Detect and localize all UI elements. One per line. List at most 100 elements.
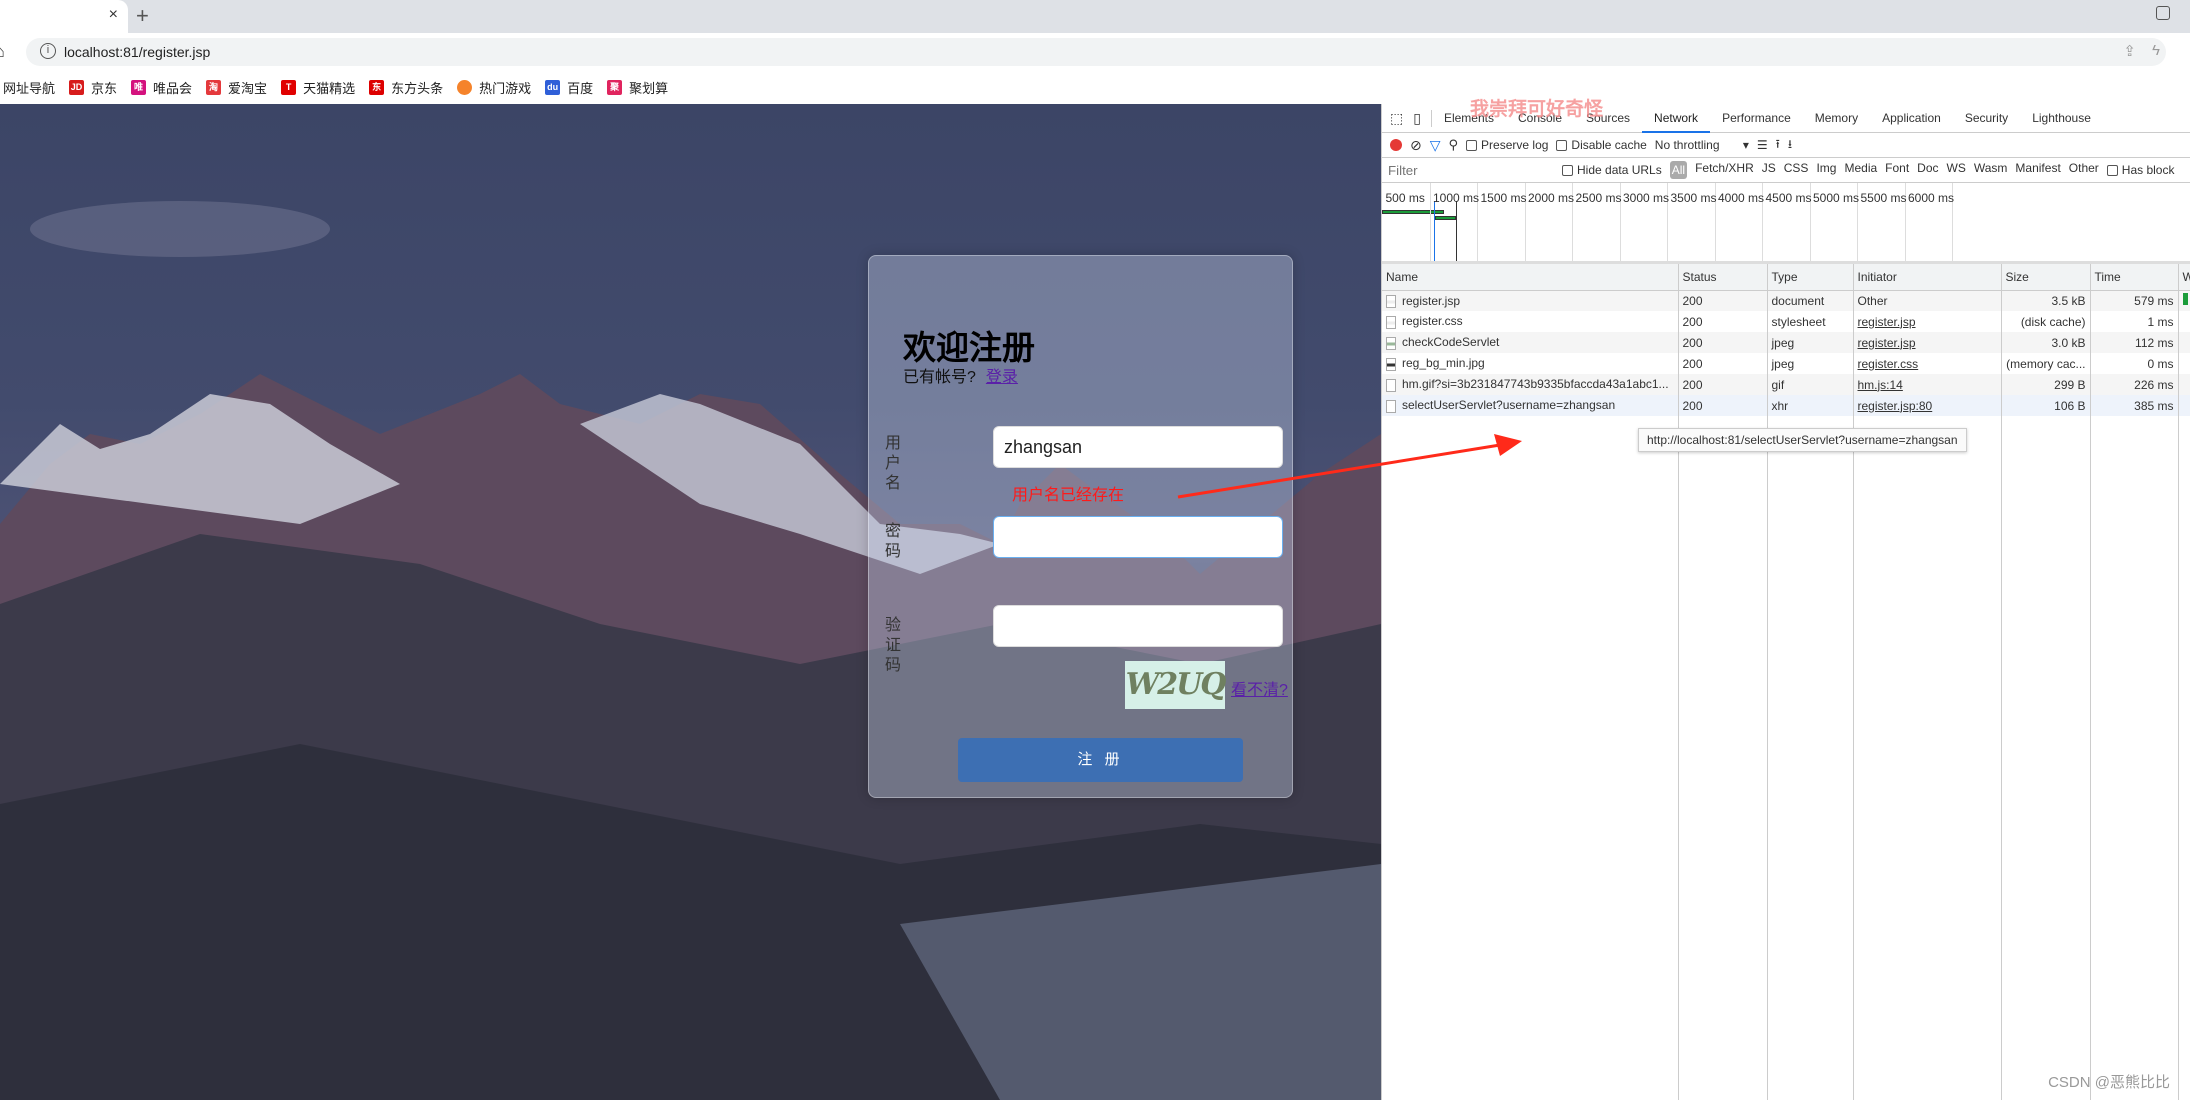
column-header-time[interactable]: Time	[2090, 264, 2179, 291]
tab-network[interactable]: Network	[1642, 104, 1711, 133]
request-name[interactable]: checkCodeServlet	[1382, 332, 1679, 353]
verification-code-input[interactable]	[993, 605, 1283, 647]
timeline-tick-label: 2000 ms	[1528, 191, 1575, 205]
bookmark-item[interactable]: 东方 东方头条	[369, 78, 444, 107]
filter-row: Hide data URLs All Fetch/XHR JS CSS Img Media…	[1382, 158, 2190, 183]
hide-data-urls-label: Hide data URLs	[1577, 163, 1662, 177]
column-header-name[interactable]: Name	[1382, 264, 1679, 291]
request-name[interactable]: selectUserServlet?username=zhangsan	[1382, 395, 1679, 416]
column-header-type[interactable]: Type	[1767, 264, 1854, 291]
bookmark-item[interactable]: 网址导航	[3, 78, 55, 97]
bookmark-item[interactable]: 热门游戏	[457, 78, 531, 97]
filter-type-img[interactable]: Img	[1816, 161, 1836, 179]
column-header-w[interactable]: W	[2178, 264, 2190, 291]
request-name[interactable]: reg_bg_min.jpg	[1382, 353, 1679, 374]
filter-type-doc[interactable]: Doc	[1917, 161, 1938, 179]
filter-type-js[interactable]: JS	[1762, 161, 1776, 179]
new-tab-button[interactable]: +	[136, 3, 149, 29]
request-row[interactable]: reg_bg_min.jpg 200 jpeg register.css (memory…	[1382, 353, 2190, 374]
bookmark-item[interactable]: T 天猫精选	[281, 78, 355, 97]
request-name[interactable]: hm.gif?si=3b231847743b9335bfaccda43a1abc…	[1382, 374, 1679, 395]
filter-type-fetch-xhr[interactable]: Fetch/XHR	[1695, 161, 1754, 179]
preserve-log-checkbox[interactable]: Preserve log	[1466, 138, 1548, 152]
url-text[interactable]: localhost:81/register.jsp	[64, 44, 210, 60]
clear-icon[interactable]: ⊘	[1410, 137, 1422, 154]
inspect-icon[interactable]: ⬚	[1382, 110, 1409, 127]
request-initiator[interactable]: register.css	[1853, 353, 2002, 374]
filter-type-manifest[interactable]: Manifest	[2015, 161, 2060, 179]
bookmark-label: 东方头条	[391, 80, 444, 96]
timeline-tick-label: 1500 ms	[1480, 191, 1527, 205]
device-toolbar-icon[interactable]: ▯	[1409, 109, 1432, 127]
timeline-tick-label: 3000 ms	[1623, 191, 1670, 205]
search-icon[interactable]: ⚲	[1449, 137, 1459, 153]
refresh-captcha-link[interactable]: 看不清?	[1231, 676, 1288, 700]
network-conditions-icon[interactable]: ☰	[1757, 138, 1768, 152]
bookmark-item[interactable]: JD 京东	[69, 78, 117, 97]
load-marker	[1456, 201, 1457, 261]
request-name-text: reg_bg_min.jpg	[1402, 356, 1485, 371]
bookmark-item[interactable]: 唯唯品会	[131, 78, 192, 97]
request-row[interactable]: hm.gif?si=3b231847743b9335bfaccda43a1abc…	[1382, 374, 2190, 395]
request-initiator[interactable]: register.jsp	[1853, 332, 2002, 353]
request-initiator[interactable]: register.jsp:80	[1853, 395, 2002, 416]
share-icon[interactable]: ⇪	[2123, 42, 2136, 60]
request-row[interactable]: checkCodeServlet 200 jpeg register.jsp 3.0 k…	[1382, 332, 2190, 353]
request-size: (memory cac...	[2001, 353, 2091, 374]
filter-type-ws[interactable]: WS	[1947, 161, 1966, 179]
filter-type-wasm[interactable]: Wasm	[1974, 161, 2008, 179]
request-row[interactable]: register.css 200 stylesheet register.jsp (di…	[1382, 311, 2190, 332]
extension-icon[interactable]: ϟ	[2152, 42, 2160, 59]
has-blocked-checkbox[interactable]: Has block	[2106, 163, 2174, 177]
bookmark-icon: 唯	[131, 79, 147, 95]
import-har-icon[interactable]: ⭱	[1776, 135, 1780, 156]
network-timeline-overview[interactable]: 500 ms 1000 ms 1500 ms 2000 ms 2500 ms 3000 m…	[1382, 183, 2190, 264]
request-name[interactable]: register.jsp	[1382, 290, 1679, 311]
filter-type-font[interactable]: Font	[1885, 161, 1909, 179]
bookmark-item[interactable]: du 百度	[545, 78, 593, 97]
request-row[interactable]: selectUserServlet?username=zhangsan 200 xh…	[1382, 395, 2190, 416]
login-link[interactable]: 登录	[986, 369, 1018, 386]
username-input[interactable]	[993, 426, 1283, 468]
home-icon[interactable]: ⌂	[0, 41, 5, 62]
tab-security[interactable]: Security	[1953, 104, 2020, 133]
export-har-icon[interactable]: ⭳	[1788, 135, 1792, 156]
filter-type-other[interactable]: Other	[2069, 161, 2099, 179]
hide-data-urls-checkbox[interactable]: Hide data URLs	[1562, 163, 1662, 177]
bookmarks-bar: 网址导航 JD 京东唯唯品会淘爱淘宝 T 天猫精选 东方 东方头条 热门游戏 du 百度聚聚划算	[0, 70, 2190, 107]
throttling-value: No throttling	[1654, 138, 1720, 152]
tab-application[interactable]: Application	[1870, 104, 1953, 133]
disable-cache-checkbox[interactable]: Disable cache	[1556, 138, 1647, 152]
password-input[interactable]	[993, 516, 1283, 558]
request-initiator[interactable]: register.jsp	[1853, 311, 2002, 332]
request-status: 200	[1678, 290, 1768, 311]
bookmark-item[interactable]: 淘爱淘宝	[206, 78, 267, 97]
close-tab-icon[interactable]: ×	[109, 6, 118, 24]
record-icon[interactable]	[1390, 139, 1402, 151]
register-button[interactable]: 注 册	[958, 738, 1243, 782]
filter-type-all[interactable]: All	[1669, 161, 1688, 179]
tab-search-icon[interactable]	[2156, 6, 2170, 20]
request-row[interactable]: register.jsp 200 document Other 3.5 kB 579 ms	[1382, 290, 2190, 311]
tab-lighthouse[interactable]: Lighthouse	[2020, 104, 2103, 133]
request-name[interactable]: register.css	[1382, 311, 1679, 332]
column-header-size[interactable]: Size	[2001, 264, 2091, 291]
filter-type-css[interactable]: CSS	[1784, 161, 1809, 179]
network-toolbar: ⊘ ▽ ⚲ Preserve log Disable cache No thro…	[1382, 133, 2190, 158]
throttling-select[interactable]: No throttling ▾	[1655, 138, 1749, 152]
request-initiator: Other	[1853, 290, 2002, 311]
column-divider	[2090, 396, 2091, 1100]
captcha-image[interactable]: W2UQ	[1125, 661, 1226, 709]
bookmark-item[interactable]: 聚聚划算	[607, 78, 668, 97]
filter-input[interactable]	[1384, 160, 1554, 180]
tab-memory[interactable]: Memory	[1803, 104, 1870, 133]
address-bar[interactable]: i localhost:81/register.jsp ⇪ ϟ	[26, 38, 2166, 66]
request-initiator[interactable]: hm.js:14	[1853, 374, 2002, 395]
column-header-initiator[interactable]: Initiator	[1853, 264, 2002, 291]
column-header-status[interactable]: Status	[1678, 264, 1768, 291]
info-icon[interactable]: i	[40, 43, 56, 59]
tab-performance[interactable]: Performance	[1710, 104, 1803, 133]
filter-type-media[interactable]: Media	[1844, 161, 1877, 179]
browser-tab[interactable]: ×	[0, 0, 128, 33]
filter-icon[interactable]: ▽	[1430, 137, 1441, 154]
